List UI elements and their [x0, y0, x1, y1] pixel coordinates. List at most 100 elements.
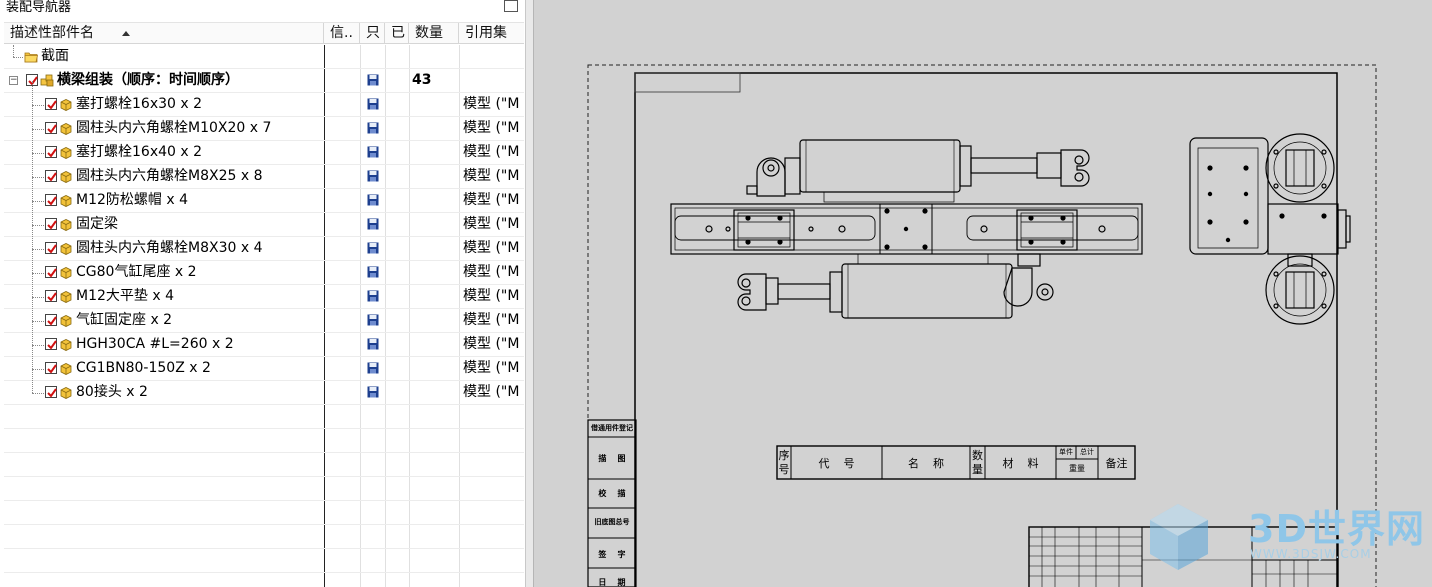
visibility-checkbox[interactable] [45, 290, 57, 302]
part-node[interactable]: 固定梁 [45, 213, 118, 236]
folder-icon [24, 52, 38, 62]
part-icon [60, 362, 72, 375]
part-ref-set: 模型 ("M [463, 384, 520, 400]
part-node[interactable]: HGH30CA #L=260 x 2 [45, 333, 234, 356]
part-node[interactable]: M12防松螺帽 x 4 [45, 189, 188, 212]
side-label-register: 借通用件登记 [591, 424, 633, 432]
part-icon [60, 338, 72, 351]
part-node[interactable]: CG80气缸尾座 x 2 [45, 261, 197, 284]
visibility-checkbox[interactable] [45, 98, 57, 110]
bom-material-label: 材 料 [1002, 457, 1039, 470]
tree-row-part[interactable]: 圆柱头内六角螺栓M10X20 x 7 模型 ("M [4, 105, 524, 141]
assembly-node[interactable]: 横梁组装（顺序：时间顺序） [26, 69, 239, 92]
tree-row-part[interactable]: 80接头 x 2 模型 ("M [4, 369, 524, 405]
column-header-name[interactable]: 描述性部件名 [4, 23, 324, 44]
visibility-checkbox[interactable] [45, 386, 57, 398]
maximize-button[interactable] [504, 0, 518, 12]
part-icon [60, 290, 72, 303]
part-ref-set: 模型 ("M [463, 120, 520, 136]
visibility-checkbox[interactable] [45, 122, 57, 134]
empty-row [4, 429, 524, 453]
column-header-ref-set[interactable]: 引用集 [459, 23, 524, 44]
part-icon [60, 266, 72, 279]
tree-row-section[interactable]: 截面 [4, 45, 524, 69]
column-header-quantity[interactable]: 数量 [409, 23, 459, 44]
visibility-checkbox[interactable] [45, 338, 57, 350]
save-icon [367, 218, 379, 230]
part-ref-set: 模型 ("M [463, 264, 520, 280]
tree-row-part[interactable]: 塞打螺栓16x40 x 2 模型 ("M [4, 129, 524, 165]
visibility-checkbox[interactable] [45, 146, 57, 158]
column-header-info[interactable]: 信.. [324, 23, 360, 44]
part-node[interactable]: 塞打螺栓16x40 x 2 [45, 141, 202, 164]
part-node[interactable]: M12大平垫 x 4 [45, 285, 174, 308]
front-view [670, 139, 1143, 319]
bom-remark-label: 备注 [1105, 457, 1128, 470]
visibility-checkbox[interactable] [45, 362, 57, 374]
part-icon [60, 242, 72, 255]
part-icon [60, 98, 72, 111]
assembly-icon [40, 74, 54, 86]
part-ref-set: 模型 ("M [463, 216, 520, 232]
panel-splitter[interactable] [526, 0, 534, 587]
save-icon [367, 266, 379, 278]
save-icon [367, 74, 379, 86]
section-node[interactable]: 截面 [24, 45, 69, 68]
tree-row-part[interactable]: 圆柱头内六角螺栓M8X25 x 8 模型 ("M [4, 153, 524, 189]
part-ref-set: 模型 ("M [463, 96, 520, 112]
tree-row-part[interactable]: 圆柱头内六角螺栓M8X30 x 4 模型 ("M [4, 225, 524, 261]
part-node[interactable]: 气缸固定座 x 2 [45, 309, 172, 332]
tree-row-part[interactable]: M12防松螺帽 x 4 模型 ("M [4, 177, 524, 213]
side-view [1189, 133, 1351, 325]
column-header-read-only[interactable]: 只 [360, 23, 385, 44]
part-ref-set: 模型 ("M [463, 288, 520, 304]
side-label-table [587, 419, 637, 587]
part-name: M12大平垫 x 4 [76, 288, 174, 304]
save-icon [367, 242, 379, 254]
tree-row-part[interactable]: 气缸固定座 x 2 模型 ("M [4, 297, 524, 333]
assembly-quantity: 43 [412, 72, 432, 88]
save-icon [367, 314, 379, 326]
visibility-checkbox[interactable] [45, 242, 57, 254]
part-name: 圆柱头内六角螺栓M10X20 x 7 [76, 120, 272, 136]
part-node[interactable]: 圆柱头内六角螺栓M8X25 x 8 [45, 165, 262, 188]
side-label-check: 校 描 [598, 489, 626, 498]
empty-row [4, 405, 524, 429]
tree-row-part[interactable]: CG1BN80-150Z x 2 模型 ("M [4, 345, 524, 381]
part-name: 塞打螺栓16x30 x 2 [76, 96, 203, 112]
empty-row [4, 477, 524, 501]
bom-seq-label: 序号 [778, 449, 790, 476]
part-node[interactable]: 塞打螺栓16x30 x 2 [45, 93, 202, 116]
part-node[interactable]: 圆柱头内六角螺栓M10X20 x 7 [45, 117, 271, 140]
save-icon [367, 170, 379, 182]
visibility-checkbox[interactable] [45, 218, 57, 230]
save-icon [367, 98, 379, 110]
bom-weight-label: 重量 [1069, 464, 1085, 473]
part-ref-set: 模型 ("M [463, 360, 520, 376]
part-icon [60, 146, 72, 159]
tree-row-part[interactable]: HGH30CA #L=260 x 2 模型 ("M [4, 321, 524, 357]
visibility-checkbox[interactable] [45, 194, 57, 206]
part-name: CG1BN80-150Z x 2 [76, 360, 211, 376]
tree-row-part[interactable]: 固定梁 模型 ("M [4, 201, 524, 237]
navigator-tree: 截面 − 横梁组装（顺序：时间顺序） 43 塞打螺栓16x30 x 2 模型 ("… [4, 45, 524, 587]
collapse-toggle-icon[interactable]: − [9, 76, 18, 85]
part-node[interactable]: CG1BN80-150Z x 2 [45, 357, 211, 380]
watermark-text: 3D世界网 [1248, 507, 1425, 551]
tree-row-part[interactable]: M12大平垫 x 4 模型 ("M [4, 273, 524, 309]
part-icon [60, 386, 72, 399]
part-name: 圆柱头内六角螺栓M8X25 x 8 [76, 168, 263, 184]
empty-row [4, 549, 524, 573]
save-icon [367, 146, 379, 158]
visibility-checkbox[interactable] [45, 170, 57, 182]
part-node[interactable]: 圆柱头内六角螺栓M8X30 x 4 [45, 237, 262, 260]
save-icon [367, 362, 379, 374]
tree-row-part[interactable]: 塞打螺栓16x30 x 2 模型 ("M [4, 81, 524, 117]
visibility-checkbox[interactable] [45, 314, 57, 326]
part-ref-set: 模型 ("M [463, 168, 520, 184]
column-header-modified[interactable]: 已 [385, 23, 409, 44]
tree-row-part[interactable]: CG80气缸尾座 x 2 模型 ("M [4, 249, 524, 285]
part-node[interactable]: 80接头 x 2 [45, 381, 148, 404]
tree-row-assembly[interactable]: − 横梁组装（顺序：时间顺序） 43 [4, 69, 524, 93]
visibility-checkbox[interactable] [45, 266, 57, 278]
